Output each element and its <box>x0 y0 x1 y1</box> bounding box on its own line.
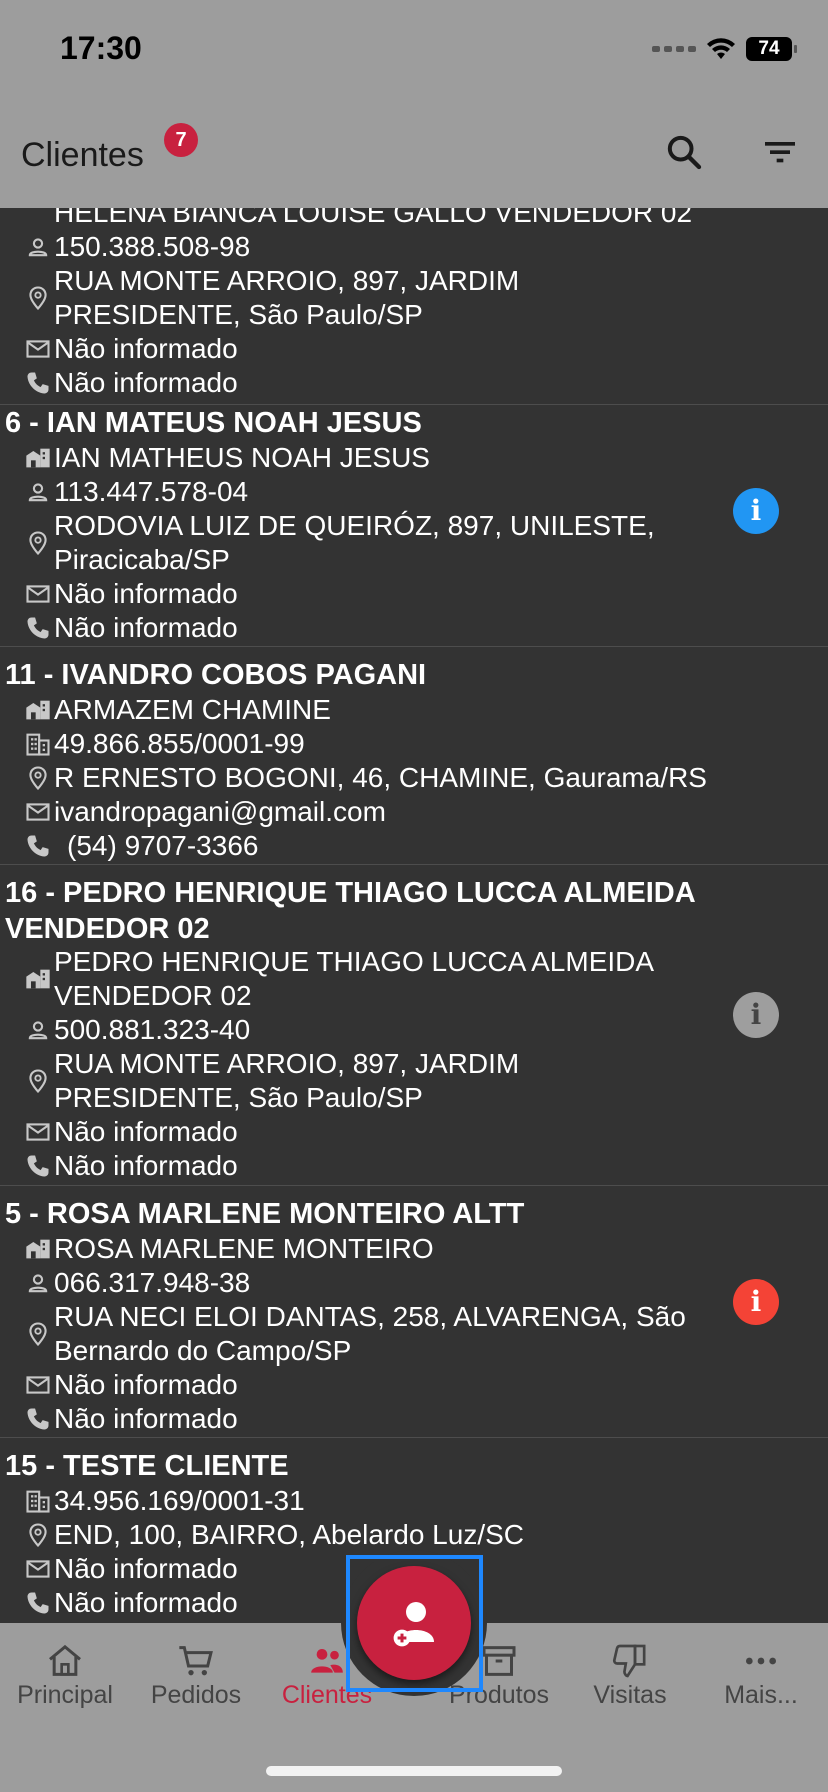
phone-icon <box>27 617 49 639</box>
filter-icon <box>765 142 795 163</box>
wifi-icon <box>707 38 735 59</box>
location-icon <box>29 531 47 556</box>
phone-icon <box>27 372 49 394</box>
building-icon <box>24 208 52 227</box>
person-icon <box>28 1021 48 1040</box>
status-time: 17:30 <box>60 30 142 66</box>
client-email-row: ivandropagani@gmail.com <box>24 795 708 829</box>
client-company-row: IAN MATHEUS NOAH JESUS <box>24 441 708 475</box>
person-icon <box>28 238 48 257</box>
client-phone-row: Não informado <box>24 1402 708 1436</box>
page-title: Clientes <box>21 136 144 174</box>
client-card[interactable]: HELENA BIANCA LOUISE GALLO VENDEDOR 02 1… <box>0 208 828 405</box>
archive-icon <box>482 1646 516 1676</box>
person-icon <box>28 483 48 502</box>
company-icon <box>26 1490 50 1513</box>
mail-icon <box>26 1560 50 1578</box>
client-document-row: 34.956.169/0001-31 <box>24 1484 708 1518</box>
client-email-row: Não informado <box>24 1115 708 1149</box>
client-card[interactable]: 11 - IVANDRO COBOS PAGANI ARMAZEM CHAMIN… <box>0 647 828 865</box>
location-icon <box>29 286 47 311</box>
phone-icon <box>27 1592 49 1614</box>
building-icon <box>26 448 50 468</box>
battery-icon: 74 <box>746 37 797 61</box>
company-icon <box>26 733 50 756</box>
client-phone-row: Não informado <box>24 611 708 645</box>
mail-icon <box>26 1123 50 1141</box>
client-company-row: ARMAZEM CHAMINE <box>24 693 708 727</box>
client-document-row: 113.447.578-04 <box>24 475 708 509</box>
status-bar: 17:30 74 <box>0 0 828 96</box>
person-icon <box>28 1274 48 1293</box>
building-icon <box>26 1239 50 1259</box>
nav-item-mais[interactable]: Mais... <box>696 1623 826 1723</box>
client-address-row: RUA MONTE ARROIO, 897, JARDIM PRESIDENTE… <box>24 264 708 332</box>
client-email-row: Não informado <box>24 1368 708 1402</box>
location-icon <box>29 1322 47 1347</box>
client-email-row: Não informado <box>24 577 708 611</box>
client-name: 6 - IAN MATEUS NOAH JESUS <box>5 407 422 439</box>
client-email-row: Não informado <box>24 332 708 366</box>
status-icons: 74 <box>652 34 797 64</box>
location-icon <box>29 1523 47 1548</box>
phone-icon <box>27 1155 49 1177</box>
info-button[interactable]: i <box>733 992 779 1038</box>
nav-item-principal[interactable]: Principal <box>0 1623 130 1723</box>
client-address-row: END, 100, BAIRRO, Abelardo Luz/SC <box>24 1518 708 1552</box>
building-icon <box>26 969 50 989</box>
location-icon <box>29 766 47 791</box>
nav-item-pedidos[interactable]: Pedidos <box>131 1623 261 1723</box>
mail-icon <box>26 585 50 603</box>
nav-item-visitas[interactable]: Visitas <box>565 1623 695 1723</box>
phone-icon <box>27 1408 49 1430</box>
client-company-row: ROSA MARLENE MONTEIRO <box>24 1232 708 1266</box>
building-icon <box>26 700 50 720</box>
client-document-row: 150.388.508-98 <box>24 230 708 264</box>
mail-icon <box>26 340 50 358</box>
client-address-row: RODOVIA LUIZ DE QUEIRÓZ, 897, UNILESTE, … <box>24 509 708 577</box>
client-address-row: RUA NECI ELOI DANTAS, 258, ALVARENGA, Sã… <box>24 1300 708 1368</box>
phone-icon <box>27 835 49 857</box>
home-indicator <box>266 1766 562 1776</box>
location-icon <box>29 1069 47 1094</box>
client-name: 5 - ROSA MARLENE MONTEIRO ALTT <box>5 1198 525 1230</box>
client-name: 15 - TESTE CLIENTE <box>5 1450 289 1482</box>
mail-icon <box>26 1376 50 1394</box>
client-phone-row: Não informado <box>24 1149 708 1183</box>
mail-icon <box>26 803 50 821</box>
client-document-row: 066.317.948-38 <box>24 1266 708 1300</box>
info-button[interactable]: i <box>733 488 779 534</box>
cart-icon <box>179 1646 213 1676</box>
app-header: Clientes 7 <box>0 96 828 208</box>
search-icon <box>667 135 702 170</box>
client-address-row: RUA MONTE ARROIO, 897, JARDIM PRESIDENTE… <box>24 1047 708 1115</box>
home-icon <box>49 1644 81 1676</box>
focus-highlight <box>346 1555 483 1692</box>
client-name: 11 - IVANDRO COBOS PAGANI <box>5 659 427 691</box>
client-document-row: 49.866.855/0001-99 <box>24 727 708 761</box>
client-card[interactable]: 5 - ROSA MARLENE MONTEIRO ALTT ROSA MARL… <box>0 1186 828 1438</box>
client-card[interactable]: 6 - IAN MATEUS NOAH JESUS IAN MATHEUS NO… <box>0 395 828 647</box>
client-document-row: 500.881.323-40 <box>24 1013 708 1047</box>
client-card[interactable]: 16 - PEDRO HENRIQUE THIAGO LUCCA ALMEIDA… <box>0 865 828 1186</box>
client-address-row: R ERNESTO BOGONI, 46, CHAMINE, Gaurama/R… <box>24 761 708 795</box>
info-button[interactable]: i <box>733 1279 779 1325</box>
client-company-row: PEDRO HENRIQUE THIAGO LUCCA ALMEIDA VEND… <box>24 945 708 1013</box>
thumb-down-icon <box>612 1644 646 1678</box>
search-button[interactable] <box>662 130 706 174</box>
client-name: 16 - PEDRO HENRIQUE THIAGO LUCCA ALMEIDA… <box>5 877 695 945</box>
filter-button[interactable] <box>758 130 802 174</box>
count-badge: 7 <box>164 123 198 157</box>
client-list[interactable]: HELENA BIANCA LOUISE GALLO VENDEDOR 02 1… <box>0 208 828 1623</box>
client-phone-row: (54) 9707-3366 <box>24 829 708 863</box>
more-icon <box>746 1657 776 1665</box>
client-company-row: HELENA BIANCA LOUISE GALLO VENDEDOR 02 <box>24 208 708 230</box>
people-icon <box>311 1649 343 1673</box>
signal-icon <box>652 46 696 52</box>
